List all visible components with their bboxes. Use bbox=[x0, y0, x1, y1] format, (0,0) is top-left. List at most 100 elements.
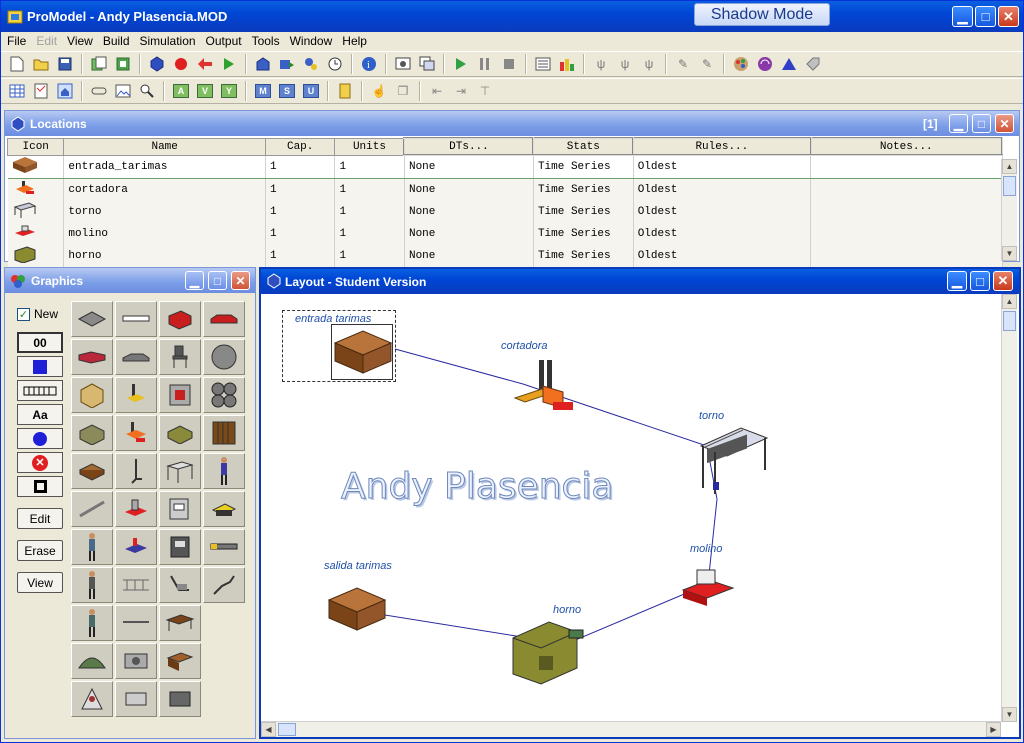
row-cap[interactable]: 1 bbox=[265, 178, 336, 201]
layout-horizontal-scrollbar[interactable]: ◀ ▶ bbox=[261, 721, 1001, 737]
column-header-icon[interactable]: Icon bbox=[6, 137, 65, 156]
row-stats[interactable]: Time Series bbox=[533, 155, 634, 179]
column-header-notes[interactable]: Notes... bbox=[809, 137, 1004, 156]
library-figure-icon[interactable] bbox=[71, 681, 113, 717]
notes-icon[interactable] bbox=[31, 81, 51, 101]
picture-icon[interactable] bbox=[113, 81, 133, 101]
row-name[interactable]: molino bbox=[63, 222, 266, 245]
library-chair-icon[interactable] bbox=[159, 339, 201, 375]
route-join-icon[interactable]: ψ bbox=[639, 54, 659, 74]
torno-lathe-icon[interactable] bbox=[699, 422, 769, 498]
library-pallet-icon[interactable] bbox=[71, 301, 113, 337]
column-header-name[interactable]: Name bbox=[63, 137, 266, 156]
route-icon[interactable]: ψ bbox=[591, 54, 611, 74]
layout-vertical-scrollbar[interactable]: ▲ ▼ bbox=[1001, 294, 1017, 722]
molino-mill-icon[interactable] bbox=[681, 566, 735, 606]
row-name[interactable]: entrada_tarimas bbox=[63, 155, 266, 179]
row-dts[interactable]: None bbox=[404, 200, 534, 223]
attributes-button[interactable]: A bbox=[171, 81, 191, 101]
clock-icon[interactable] bbox=[325, 54, 345, 74]
row-cap[interactable]: 1 bbox=[265, 200, 336, 223]
edit-button[interactable]: Edit bbox=[17, 508, 63, 529]
row-units[interactable]: 1 bbox=[334, 244, 405, 267]
scroll-up-arrow[interactable]: ▲ bbox=[1002, 159, 1017, 174]
tool-number-button[interactable]: 00 bbox=[17, 332, 63, 353]
swirl-icon[interactable] bbox=[755, 54, 775, 74]
layout-close-button[interactable]: ✕ bbox=[993, 271, 1013, 291]
graphics-maximize-button[interactable]: □ bbox=[208, 271, 227, 290]
row-notes[interactable] bbox=[810, 178, 1003, 201]
export-icon[interactable]: ⇥ bbox=[451, 81, 471, 101]
tool-circle-button[interactable] bbox=[17, 428, 63, 449]
tool-conveyor-button[interactable] bbox=[17, 380, 63, 401]
library-person-icon[interactable] bbox=[71, 567, 113, 603]
simulation-options-icon[interactable] bbox=[393, 54, 413, 74]
menu-tools[interactable]: Tools bbox=[252, 34, 280, 48]
row-notes[interactable] bbox=[810, 222, 1003, 245]
locations-vertical-scrollbar[interactable]: ▲ ▼ bbox=[1001, 159, 1017, 261]
library-pickup-icon[interactable] bbox=[115, 339, 157, 375]
menu-output[interactable]: Output bbox=[206, 34, 242, 48]
table-icon[interactable] bbox=[7, 81, 27, 101]
library-bus-icon[interactable] bbox=[71, 339, 113, 375]
layout-canvas[interactable]: entrada tarimas cortadora torno molino h… bbox=[261, 294, 1001, 722]
scroll-left-arrow[interactable]: ◀ bbox=[261, 722, 276, 737]
row-stats[interactable]: Time Series bbox=[533, 200, 634, 223]
row-notes[interactable] bbox=[810, 200, 1003, 223]
tool-text-button[interactable]: Aa bbox=[17, 404, 63, 425]
resources-icon[interactable] bbox=[277, 54, 297, 74]
library-bar-icon[interactable] bbox=[203, 529, 245, 565]
row-stats[interactable]: Time Series bbox=[533, 222, 634, 245]
row-name[interactable]: horno bbox=[63, 244, 266, 267]
merge-icon[interactable] bbox=[89, 54, 109, 74]
library-barrels-icon[interactable] bbox=[203, 377, 245, 413]
user-distributions-button[interactable]: U bbox=[301, 81, 321, 101]
library-press-icon[interactable] bbox=[159, 491, 201, 527]
menu-view[interactable]: View bbox=[67, 34, 93, 48]
open-file-icon[interactable] bbox=[31, 54, 51, 74]
library-brown-desk-icon[interactable] bbox=[159, 643, 201, 679]
library-hand-truck-icon[interactable] bbox=[115, 453, 157, 489]
trace-icon[interactable] bbox=[533, 54, 553, 74]
library-truck-icon[interactable] bbox=[159, 301, 201, 337]
copy-icon[interactable]: ❐ bbox=[393, 81, 413, 101]
row-units[interactable]: 1 bbox=[334, 222, 405, 245]
library-motor-icon[interactable] bbox=[159, 681, 201, 717]
tag-icon[interactable] bbox=[803, 54, 823, 74]
triangle-icon[interactable] bbox=[779, 54, 799, 74]
pause-icon[interactable] bbox=[475, 54, 495, 74]
home-icon[interactable] bbox=[55, 81, 75, 101]
scroll-right-arrow[interactable]: ▶ bbox=[986, 722, 1001, 737]
palette-icon[interactable] bbox=[731, 54, 751, 74]
library-crates-icon[interactable] bbox=[71, 415, 113, 451]
locations-title-bar[interactable]: Locations [1] ▁ □ ✕ bbox=[5, 111, 1019, 136]
row-stats[interactable]: Time Series bbox=[533, 244, 634, 267]
scroll-up-arrow[interactable]: ▲ bbox=[1002, 294, 1017, 309]
variables-button[interactable]: V bbox=[195, 81, 215, 101]
minimize-button[interactable]: ▁ bbox=[952, 6, 973, 27]
tool-frame-button[interactable] bbox=[17, 476, 63, 497]
table-row[interactable]: horno 1 1 None Time Series Oldest bbox=[7, 244, 1003, 267]
row-notes[interactable] bbox=[810, 244, 1003, 267]
link-icon[interactable] bbox=[89, 81, 109, 101]
edit-cross-icon[interactable]: ✎ bbox=[697, 54, 717, 74]
library-operator-icon[interactable] bbox=[71, 529, 113, 565]
close-button[interactable]: ✕ bbox=[998, 6, 1019, 27]
hand-icon[interactable]: ☝ bbox=[369, 81, 389, 101]
erase-button[interactable]: Erase bbox=[17, 540, 63, 561]
menu-build[interactable]: Build bbox=[103, 34, 130, 48]
library-workbench-icon[interactable] bbox=[159, 453, 201, 489]
library-rack-icon[interactable] bbox=[115, 567, 157, 603]
scroll-down-arrow[interactable]: ▼ bbox=[1002, 707, 1017, 722]
row-rules[interactable]: Oldest bbox=[633, 155, 812, 179]
library-robot-icon[interactable] bbox=[115, 529, 157, 565]
subroutines-button[interactable]: S bbox=[277, 81, 297, 101]
column-header-cap[interactable]: Cap. bbox=[264, 137, 336, 156]
cortadora-forklift-icon[interactable] bbox=[513, 358, 583, 422]
menu-simulation[interactable]: Simulation bbox=[140, 34, 196, 48]
library-wood-pallet-icon[interactable] bbox=[71, 453, 113, 489]
row-dts[interactable]: None bbox=[404, 155, 534, 179]
row-cap[interactable]: 1 bbox=[265, 155, 336, 179]
library-tank-icon[interactable] bbox=[159, 415, 201, 451]
save-icon[interactable] bbox=[55, 54, 75, 74]
